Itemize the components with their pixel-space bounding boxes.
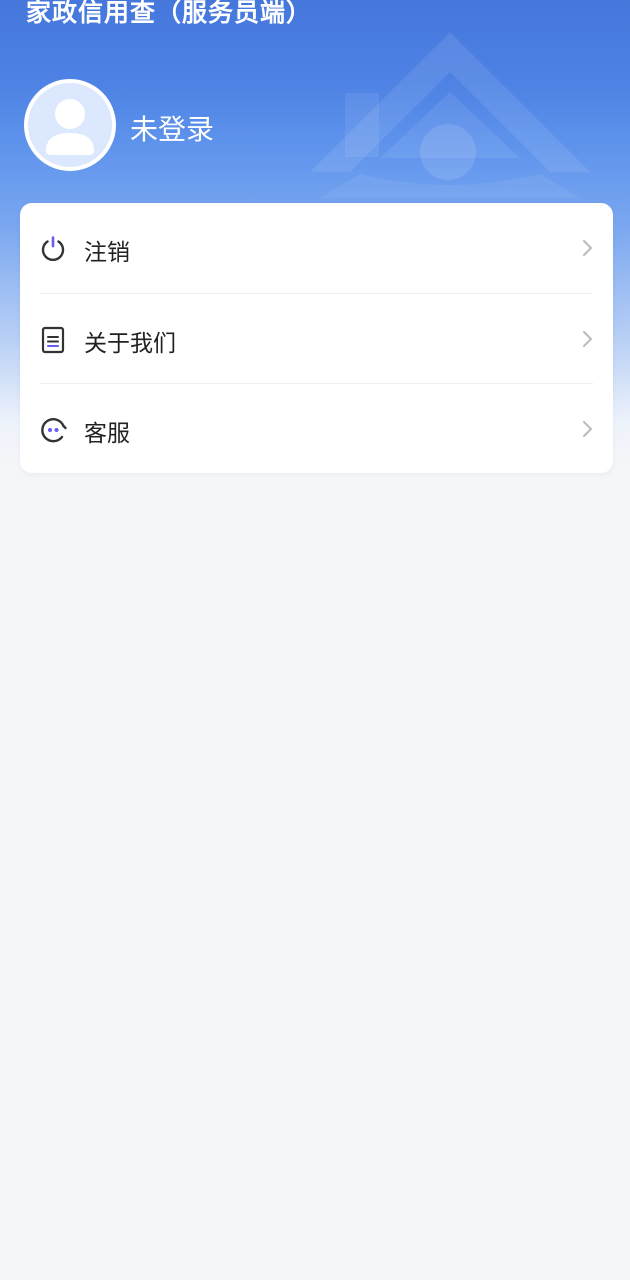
login-status-label[interactable]: 未登录 (130, 108, 214, 148)
menu-item-label: 注销 (84, 240, 130, 266)
chevron-right-icon (583, 421, 592, 437)
menu-item-logout[interactable]: 注销 (20, 203, 613, 293)
avatar[interactable] (24, 79, 116, 171)
customer-service-icon (41, 418, 67, 443)
chevron-right-icon (583, 240, 592, 256)
house-eye-watermark-icon (310, 32, 590, 198)
chevron-right-icon (583, 331, 592, 347)
menu-item-label: 关于我们 (84, 331, 176, 357)
power-icon (41, 236, 65, 262)
menu-card: 注销 关于我们 客服 (20, 203, 613, 473)
app-title: 家政信用查（服务员端） (26, 0, 313, 27)
menu-item-about-us[interactable]: 关于我们 (20, 294, 613, 384)
document-icon (41, 326, 65, 354)
user-silhouette-icon (46, 99, 94, 155)
menu-item-label: 客服 (84, 421, 130, 447)
menu-item-customer-service[interactable]: 客服 (20, 384, 613, 474)
profile-page: 家政信用查（服务员端） 未登录 注销 关于我们 客服 (0, 0, 630, 1280)
